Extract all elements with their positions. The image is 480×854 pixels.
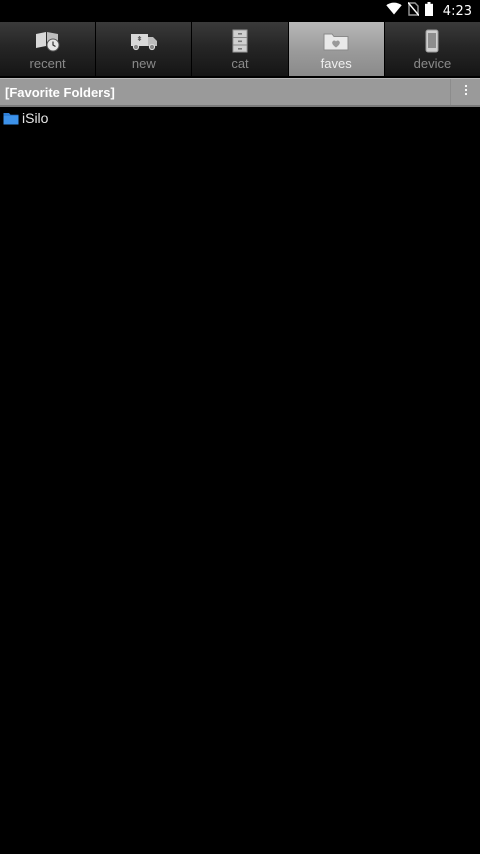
battery-icon — [424, 1, 433, 21]
tab-bar: recent new cat faves device — [0, 22, 480, 76]
tab-new-label: new — [131, 56, 156, 71]
favorites-list: iSilo — [0, 108, 480, 128]
folder-heart-icon — [321, 28, 351, 54]
overflow-menu-button[interactable] — [450, 79, 480, 105]
recent-books-clock-icon — [33, 28, 63, 54]
folder-name: iSilo — [22, 110, 49, 126]
wifi-icon — [386, 2, 402, 20]
tab-cat-label: cat — [231, 56, 249, 71]
folder-header-title: [Favorite Folders] — [5, 84, 115, 100]
tab-device[interactable]: device — [384, 22, 480, 76]
tab-faves[interactable]: faves — [288, 22, 385, 76]
favorite-folders-header: [Favorite Folders] — [0, 78, 480, 107]
file-cabinet-icon — [225, 28, 255, 54]
tab-recent[interactable]: recent — [0, 22, 97, 76]
clock-time: 4:23 — [442, 3, 472, 19]
status-bar: 4:23 — [0, 0, 480, 22]
tab-recent-label: recent — [29, 56, 66, 71]
tab-device-label: device — [413, 56, 452, 71]
folder-icon — [3, 112, 19, 125]
tab-new[interactable]: new — [96, 22, 193, 76]
list-item[interactable]: iSilo — [0, 108, 480, 128]
tab-cat[interactable]: cat — [192, 22, 289, 76]
delivery-truck-icon — [129, 28, 159, 54]
no-sim-icon — [407, 1, 420, 21]
tab-faves-label: faves — [320, 56, 352, 71]
phone-device-icon — [417, 28, 447, 54]
overflow-menu-icon — [464, 83, 468, 101]
